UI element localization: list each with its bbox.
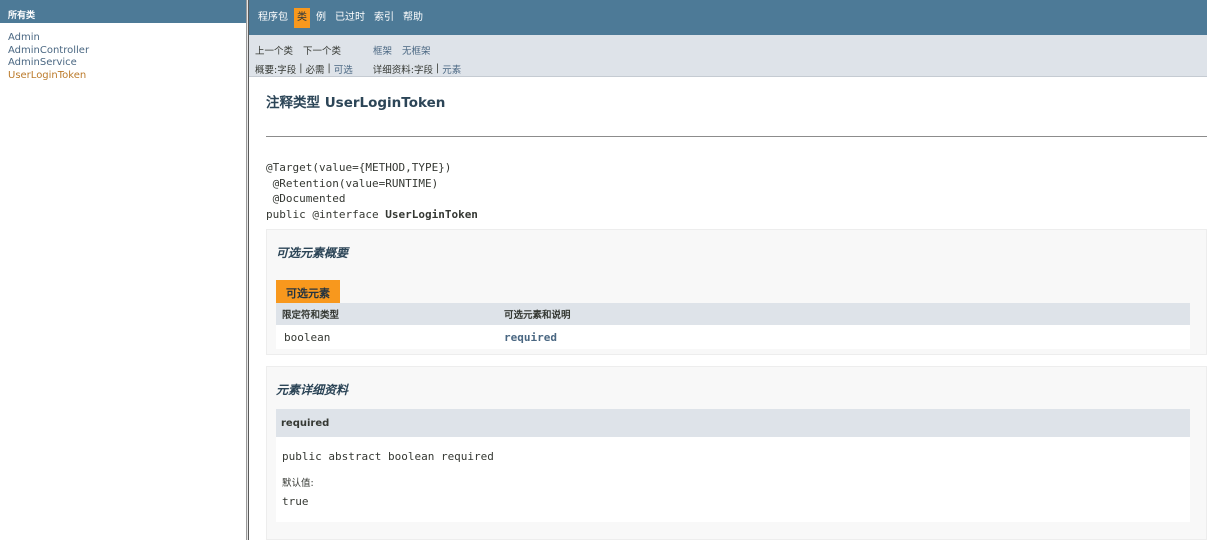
- summary-field: 字段: [277, 64, 297, 76]
- list-item: AdminService: [8, 57, 246, 70]
- summary-required: 必需: [305, 64, 325, 76]
- nav-use[interactable]: 例: [313, 8, 329, 28]
- table-row: boolean required: [276, 325, 1190, 349]
- sub-nav-bar: 上一个类 下一个类 框架 无框架 概要: 字段 | 必需 | 可选 详细资料: …: [249, 35, 1207, 77]
- content-frame: 程序包 类 例 已过时 索引 帮助 上一个类 下一个类 框架 无框架 概要: 字…: [249, 0, 1207, 540]
- sub-nav-row-2: 概要: 字段 | 必需 | 可选 详细资料: 字段 | 元素: [255, 59, 1207, 78]
- list-item: Admin: [8, 32, 246, 45]
- class-link-admin[interactable]: Admin: [8, 32, 40, 43]
- frames-link[interactable]: 框架: [373, 43, 392, 57]
- default-value-label: 默认值:: [282, 478, 314, 489]
- col-header-modifier-type: 限定符和类型: [282, 310, 340, 321]
- element-link-required[interactable]: required: [504, 331, 557, 344]
- detail-body: public abstract boolean required 默认值: tr…: [276, 437, 1190, 522]
- nav-class[interactable]: 类: [294, 7, 310, 28]
- col-header-element-description: 可选元素和说明: [504, 310, 571, 321]
- tab-optional-elements: 可选元素: [276, 280, 340, 303]
- nav-help[interactable]: 帮助: [400, 8, 426, 28]
- element-signature: public abstract boolean required: [282, 450, 494, 463]
- optional-element-summary: 可选元素概要 可选元素 限定符和类型 可选元素和说明 boolean requi…: [266, 229, 1207, 355]
- all-classes-header: 所有类: [0, 0, 246, 23]
- list-item: UserLoginToken: [8, 70, 246, 83]
- annotation-signature: @Target(value={METHOD,TYPE}) @Retention(…: [249, 137, 1207, 222]
- separator: |: [432, 63, 443, 74]
- detail-field: 字段: [413, 64, 433, 76]
- detail-title: 元素详细资料: [276, 383, 349, 397]
- page-title: 注释类型 UserLoginToken: [266, 95, 446, 111]
- summary-optional-link[interactable]: 可选: [334, 62, 353, 76]
- class-link-userlogintoken[interactable]: UserLoginToken: [8, 70, 86, 81]
- type-name: UserLoginToken: [385, 207, 478, 221]
- summary-title: 可选元素概要: [276, 246, 349, 260]
- signature-retention: @Retention(value=RUNTIME): [266, 176, 439, 190]
- summary-table: 限定符和类型 可选元素和说明 boolean required: [276, 303, 1190, 349]
- top-nav-bar: 程序包 类 例 已过时 索引 帮助: [249, 0, 1207, 35]
- signature-declaration: public @interface UserLoginToken: [266, 207, 478, 221]
- no-frames-link[interactable]: 无框架: [402, 43, 431, 57]
- signature-documented: @Documented: [266, 192, 346, 206]
- javadoc-window: 所有类 Admin AdminController AdminService U…: [0, 0, 1207, 540]
- element-detail: 元素详细资料 required public abstract boolean …: [266, 366, 1207, 540]
- class-link-adminservice[interactable]: AdminService: [8, 57, 77, 68]
- class-list: Admin AdminController AdminService UserL…: [0, 23, 246, 82]
- summary-label: 概要:: [255, 64, 278, 76]
- nav-index[interactable]: 索引: [371, 8, 397, 28]
- next-class-link[interactable]: 下一个类: [303, 43, 341, 57]
- cell-type: boolean: [284, 330, 331, 344]
- sub-nav-row-1: 上一个类 下一个类 框架 无框架: [255, 40, 1207, 59]
- separator: |: [324, 63, 334, 74]
- separator: |: [296, 63, 306, 74]
- detail-label: 详细资料:: [372, 64, 414, 76]
- detail-element-name: required: [276, 409, 1190, 437]
- class-list-frame: 所有类 Admin AdminController AdminService U…: [0, 0, 246, 540]
- signature-target: @Target(value={METHOD,TYPE}): [266, 161, 452, 174]
- class-link-admincontroller[interactable]: AdminController: [8, 45, 89, 56]
- detail-element-link[interactable]: 元素: [442, 62, 461, 76]
- nav-package[interactable]: 程序包: [255, 8, 291, 28]
- nav-deprecated[interactable]: 已过时: [332, 8, 368, 28]
- default-value: true: [282, 495, 309, 508]
- header-area: 注释类型 UserLoginToken: [249, 77, 1207, 111]
- list-item: AdminController: [8, 45, 246, 58]
- table-header-row: 限定符和类型 可选元素和说明: [276, 303, 1190, 325]
- prev-class-link[interactable]: 上一个类: [255, 43, 293, 57]
